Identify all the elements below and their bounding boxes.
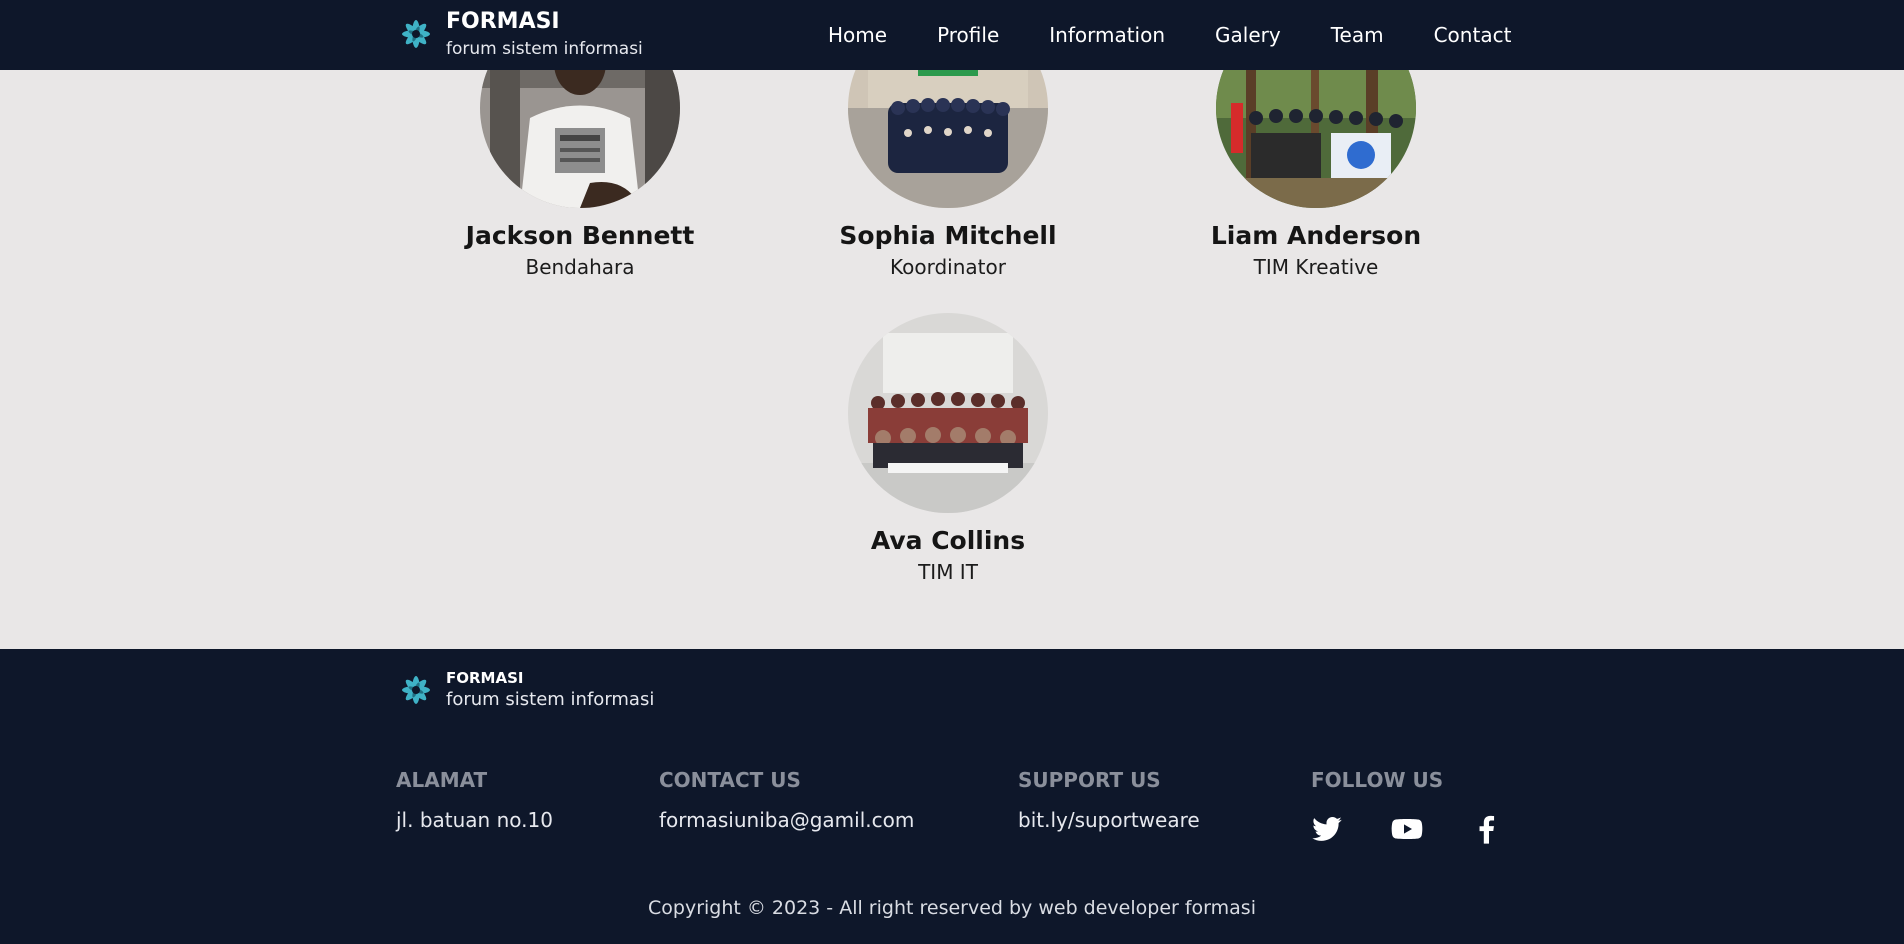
member-name: Sophia Mitchell: [839, 221, 1057, 250]
footer-brand-subtitle: forum sistem informasi: [446, 689, 655, 710]
social-links: [1311, 813, 1503, 845]
twitter-icon[interactable]: [1311, 813, 1343, 845]
member-name: Liam Anderson: [1210, 221, 1422, 250]
team-member-card: Ava Collins TIM IT: [798, 313, 1098, 585]
footer-brand-title: FORMASI: [446, 669, 524, 687]
footer-col-contact: CONTACT US formasiuniba@gamil.com: [659, 767, 914, 833]
formasi-logo-icon: [402, 20, 430, 48]
footer-heading: CONTACT US: [659, 768, 801, 792]
member-role: TIM Kreative: [1253, 255, 1379, 279]
member-role: TIM IT: [918, 560, 978, 584]
member-name: Jackson Bennett: [465, 221, 695, 250]
brand-title: FORMASI: [446, 9, 560, 34]
footer-col-address: ALAMAT jl. batuan no.10: [396, 767, 553, 833]
footer-brand[interactable]: FORMASI forum sistem informasi: [396, 668, 654, 712]
nav-team[interactable]: Team: [1331, 22, 1384, 48]
footer-col-support: SUPPORT US bit.ly/suportweare: [1018, 767, 1200, 833]
footer-heading: SUPPORT US: [1018, 768, 1161, 792]
nav-galery[interactable]: Galery: [1215, 22, 1281, 48]
contact-email[interactable]: formasiuniba@gamil.com: [659, 807, 914, 833]
nav-profile[interactable]: Profile: [937, 22, 999, 48]
site-header: FORMASI forum sistem informasi Home Prof…: [0, 0, 1904, 70]
site-footer: FORMASI forum sistem informasi ALAMAT jl…: [0, 649, 1904, 944]
facebook-icon[interactable]: [1471, 813, 1503, 845]
support-link[interactable]: bit.ly/suportweare: [1018, 807, 1200, 833]
nav-home[interactable]: Home: [828, 22, 887, 48]
member-name: Ava Collins: [870, 526, 1026, 555]
footer-heading: FOLLOW US: [1311, 768, 1444, 792]
copyright-text: Copyright © 2023 - All right reserved by…: [648, 897, 1256, 919]
address-text: jl. batuan no.10: [396, 808, 553, 832]
main-nav: Home Profile Information Galery Team Con…: [828, 22, 1511, 48]
brand-subtitle: forum sistem informasi: [446, 39, 643, 59]
nav-information[interactable]: Information: [1049, 22, 1165, 48]
formasi-logo-icon: [402, 676, 430, 704]
member-photo: [848, 313, 1048, 513]
footer-heading: ALAMAT: [396, 768, 488, 792]
footer-col-follow: FOLLOW US: [1311, 767, 1503, 845]
youtube-icon[interactable]: [1391, 813, 1423, 845]
member-role: Bendahara: [525, 255, 635, 279]
member-role: Koordinator: [890, 255, 1006, 279]
nav-contact[interactable]: Contact: [1434, 22, 1512, 48]
brand[interactable]: FORMASI forum sistem informasi: [396, 8, 643, 60]
